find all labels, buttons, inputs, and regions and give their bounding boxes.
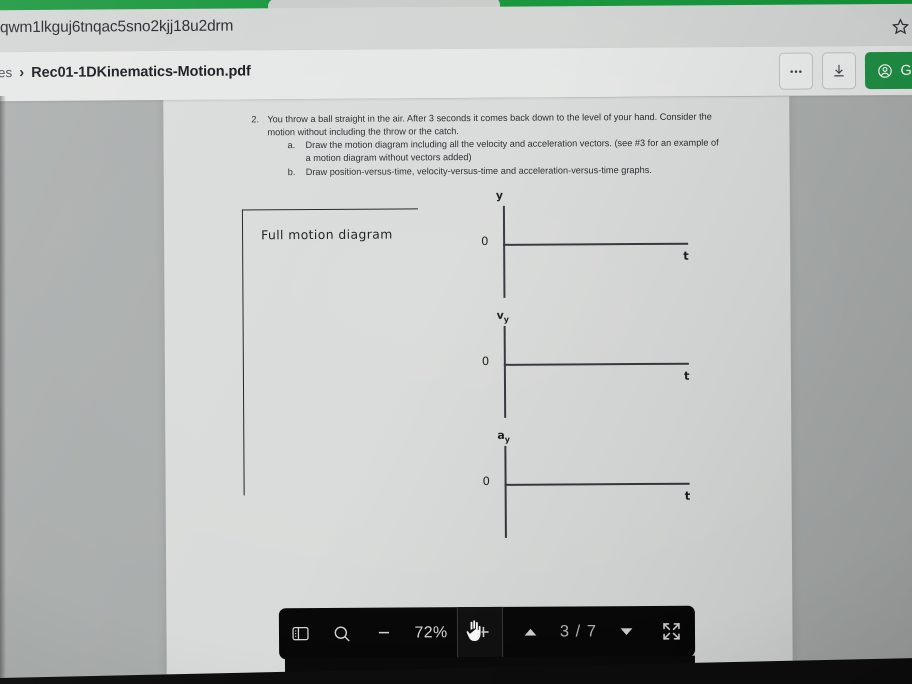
zoom-in-label: + xyxy=(477,620,490,645)
graph2-y-axis-label: vy xyxy=(496,308,510,325)
pdf-page: 2. You throw a ball straight in the air.… xyxy=(163,96,793,678)
download-button[interactable] xyxy=(822,52,857,90)
screen-left-edge xyxy=(0,96,6,684)
graph2-x-axis-label: t xyxy=(683,368,690,383)
search-icon xyxy=(334,626,350,642)
account-circle-icon xyxy=(878,63,893,78)
sub-item-b: b. Draw position-versus-time, velocity-v… xyxy=(288,164,722,180)
graph3-vertical-axis xyxy=(504,445,507,538)
graph3-x-axis-label: t xyxy=(684,488,691,503)
sub-item-a-text: Draw the motion diagram including all th… xyxy=(305,137,719,164)
chevron-down-icon xyxy=(620,628,632,636)
go-to-my-button-label: Go to M xyxy=(900,62,912,79)
go-to-my-button[interactable]: Go to M xyxy=(865,51,912,90)
chevron-right-icon: › xyxy=(19,64,25,82)
graph2-vertical-axis xyxy=(503,325,506,418)
graph2-origin-label: 0 xyxy=(481,353,490,368)
graph3-origin-label: 0 xyxy=(482,473,490,488)
fullscreen-button[interactable] xyxy=(647,606,695,657)
more-options-button[interactable] xyxy=(779,52,814,90)
zoom-out-button[interactable]: − xyxy=(363,608,405,659)
sub-item-a: a. Draw the motion diagram including all… xyxy=(287,137,721,166)
expand-fullscreen-icon xyxy=(662,623,680,640)
graph1-origin-label: 0 xyxy=(481,233,489,248)
page-indicator[interactable]: 3 / 7 xyxy=(552,622,605,641)
breadcrumb-parent[interactable]: es xyxy=(0,65,12,80)
sub-item-b-letter: b. xyxy=(287,167,296,178)
toolbar-actions: Go to M xyxy=(779,51,912,90)
graph1-y-axis-label: y xyxy=(495,188,504,202)
question-number: 2. xyxy=(251,114,260,125)
graph1-x-axis-label: t xyxy=(683,248,689,263)
motion-diagram-label: Full motion diagram xyxy=(261,226,393,243)
zoom-in-button[interactable]: + xyxy=(456,606,504,659)
url-text[interactable]: qwm1lkguj6tnqac5sno2kjj18u2drm xyxy=(0,18,233,38)
graph1-horizontal-axis xyxy=(503,242,689,246)
graph3-horizontal-axis xyxy=(504,482,690,486)
sidebar-toggle-button[interactable] xyxy=(279,608,321,659)
download-icon xyxy=(834,64,845,77)
zoom-out-label: − xyxy=(377,621,391,645)
ellipsis-icon xyxy=(790,69,803,73)
screenshot-root: qwm1lkguj6tnqac5sno2kjj18u2drm es › Rec0… xyxy=(0,0,912,684)
zoom-level-value: 72% xyxy=(414,623,448,641)
motion-diagram-box: Full motion diagram xyxy=(241,208,420,496)
graph1-vertical-axis xyxy=(502,205,506,298)
bookmark-star-icon[interactable] xyxy=(888,14,912,38)
pdf-viewer-area: 2. You throw a ball straight in the air.… xyxy=(0,96,912,684)
chevron-up-icon xyxy=(525,628,537,636)
graph2-horizontal-axis xyxy=(503,362,689,366)
sidebar-panel-icon xyxy=(291,626,309,641)
pdf-control-toolbar: − 72% + 3 / 7 xyxy=(278,605,696,660)
question-text: You throw a ball straight in the air. Af… xyxy=(267,111,712,138)
graph3-y-axis-label: ay xyxy=(497,428,511,445)
sub-item-b-text: Draw position-versus-time, velocity-vers… xyxy=(305,164,652,178)
sub-item-a-letter: a. xyxy=(287,140,296,151)
breadcrumb-current-file: Rec01-1DKinematics-Motion.pdf xyxy=(31,62,251,81)
previous-page-button[interactable] xyxy=(510,607,552,658)
app-toolbar: es › Rec01-1DKinematics-Motion.pdf Go xyxy=(0,45,912,102)
breadcrumb: es › Rec01-1DKinematics-Motion.pdf xyxy=(0,62,251,81)
next-page-button[interactable] xyxy=(605,606,647,657)
search-button[interactable] xyxy=(321,608,363,659)
